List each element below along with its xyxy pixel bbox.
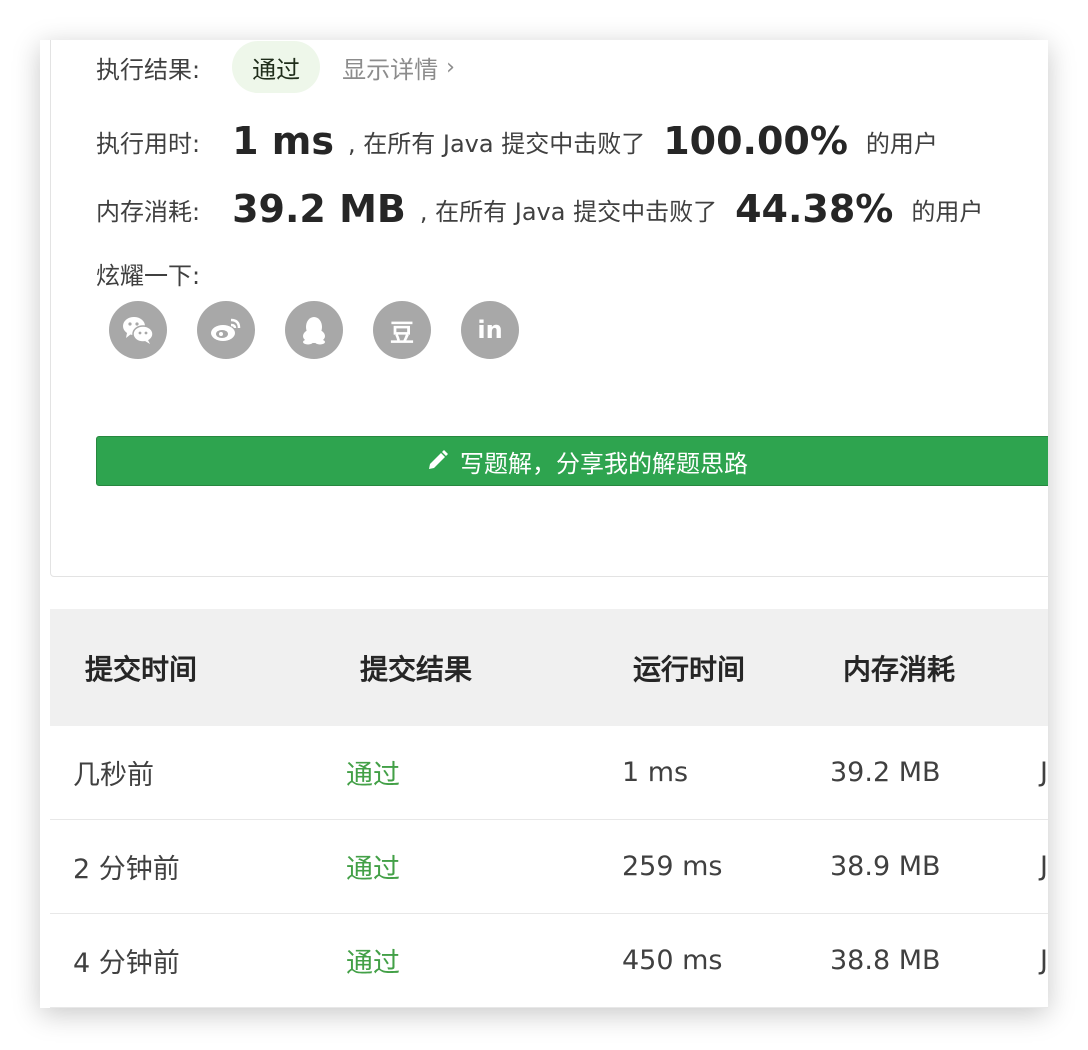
table-row[interactable]: 4 分钟前 通过 450 ms 38.8 MB J — [50, 914, 1048, 1008]
exec-time-suffix: 的用户 — [865, 129, 938, 158]
row-runtime: 450 ms — [622, 945, 723, 976]
row-memory: 39.2 MB — [830, 757, 941, 788]
table-row[interactable]: 2 分钟前 通过 259 ms 38.9 MB J — [50, 820, 1048, 914]
weibo-icon — [211, 318, 241, 341]
chevron-right-icon: › — [446, 54, 455, 80]
wechat-icon — [123, 317, 154, 344]
linkedin-icon: in — [477, 316, 503, 344]
exec-time-beat-text: , 在所有 Java 提交中击败了 — [347, 129, 646, 158]
qq-share-button[interactable] — [285, 301, 343, 359]
submissions-table: 提交时间 提交结果 运行时间 内存消耗 几秒前 通过 1 ms 39.2 MB … — [50, 609, 1048, 1008]
row-language: J — [1040, 757, 1048, 788]
result-panel: 执行结果: 通过 显示详情 › 执行用时: 1 ms , 在所有 Java 提交… — [50, 40, 1048, 577]
row-submit-time: 几秒前 — [73, 760, 154, 791]
row-result-link[interactable]: 通过 — [346, 753, 400, 792]
header-submit-result[interactable]: 提交结果 — [360, 648, 472, 688]
linkedin-share-button[interactable]: in — [461, 301, 519, 359]
row-memory: 38.9 MB — [830, 851, 941, 882]
memory-percent: 44.38% — [735, 187, 894, 231]
row-runtime: 1 ms — [622, 757, 689, 788]
show-details-label: 显示详情 — [342, 55, 439, 84]
wechat-share-button[interactable] — [109, 301, 167, 359]
memory-suffix: 的用户 — [911, 197, 984, 226]
memory-label: 内存消耗: — [96, 197, 201, 226]
row-language: J — [1040, 851, 1048, 882]
qq-icon — [303, 317, 325, 345]
write-solution-button[interactable]: 写题解，分享我的解题思路 — [96, 436, 1048, 486]
header-runtime[interactable]: 运行时间 — [633, 648, 745, 688]
pencil-icon — [429, 450, 448, 469]
exec-time-value: 1 ms — [232, 119, 334, 163]
table-header: 提交时间 提交结果 运行时间 内存消耗 — [50, 609, 1048, 726]
submission-window: 执行结果: 通过 显示详情 › 执行用时: 1 ms , 在所有 Java 提交… — [40, 40, 1048, 1008]
header-memory[interactable]: 内存消耗 — [843, 648, 955, 688]
row-runtime: 259 ms — [622, 851, 723, 882]
share-buttons: 豆 in — [109, 301, 549, 359]
show-details-link[interactable]: 显示详情 › — [342, 50, 455, 85]
row-result-link[interactable]: 通过 — [346, 941, 400, 980]
header-submit-time[interactable]: 提交时间 — [85, 648, 197, 688]
memory-row: 内存消耗: 39.2 MB , 在所有 Java 提交中击败了 44.38% 的… — [96, 181, 983, 237]
exec-result-row: 执行结果: 通过 显示详情 › — [96, 40, 455, 97]
status-badge: 通过 — [232, 41, 321, 93]
memory-beat-text: , 在所有 Java 提交中击败了 — [419, 197, 718, 226]
row-result-link[interactable]: 通过 — [346, 847, 400, 886]
douban-share-button[interactable]: 豆 — [373, 301, 431, 359]
table-row[interactable]: 几秒前 通过 1 ms 39.2 MB J — [50, 726, 1048, 820]
row-language: J — [1040, 945, 1048, 976]
exec-result-label: 执行结果: — [96, 55, 201, 84]
write-solution-label: 写题解，分享我的解题思路 — [460, 449, 748, 478]
exec-time-percent: 100.00% — [663, 119, 848, 163]
row-submit-time: 2 分钟前 — [73, 854, 180, 885]
share-label: 炫耀一下: — [96, 261, 201, 290]
share-row: 炫耀一下: — [96, 253, 200, 293]
memory-value: 39.2 MB — [232, 187, 406, 231]
exec-time-label: 执行用时: — [96, 129, 201, 158]
exec-time-row: 执行用时: 1 ms , 在所有 Java 提交中击败了 100.00% 的用户 — [96, 113, 938, 169]
weibo-share-button[interactable] — [197, 301, 255, 359]
row-memory: 38.8 MB — [830, 945, 941, 976]
row-submit-time: 4 分钟前 — [73, 948, 180, 979]
douban-icon: 豆 — [390, 318, 414, 347]
